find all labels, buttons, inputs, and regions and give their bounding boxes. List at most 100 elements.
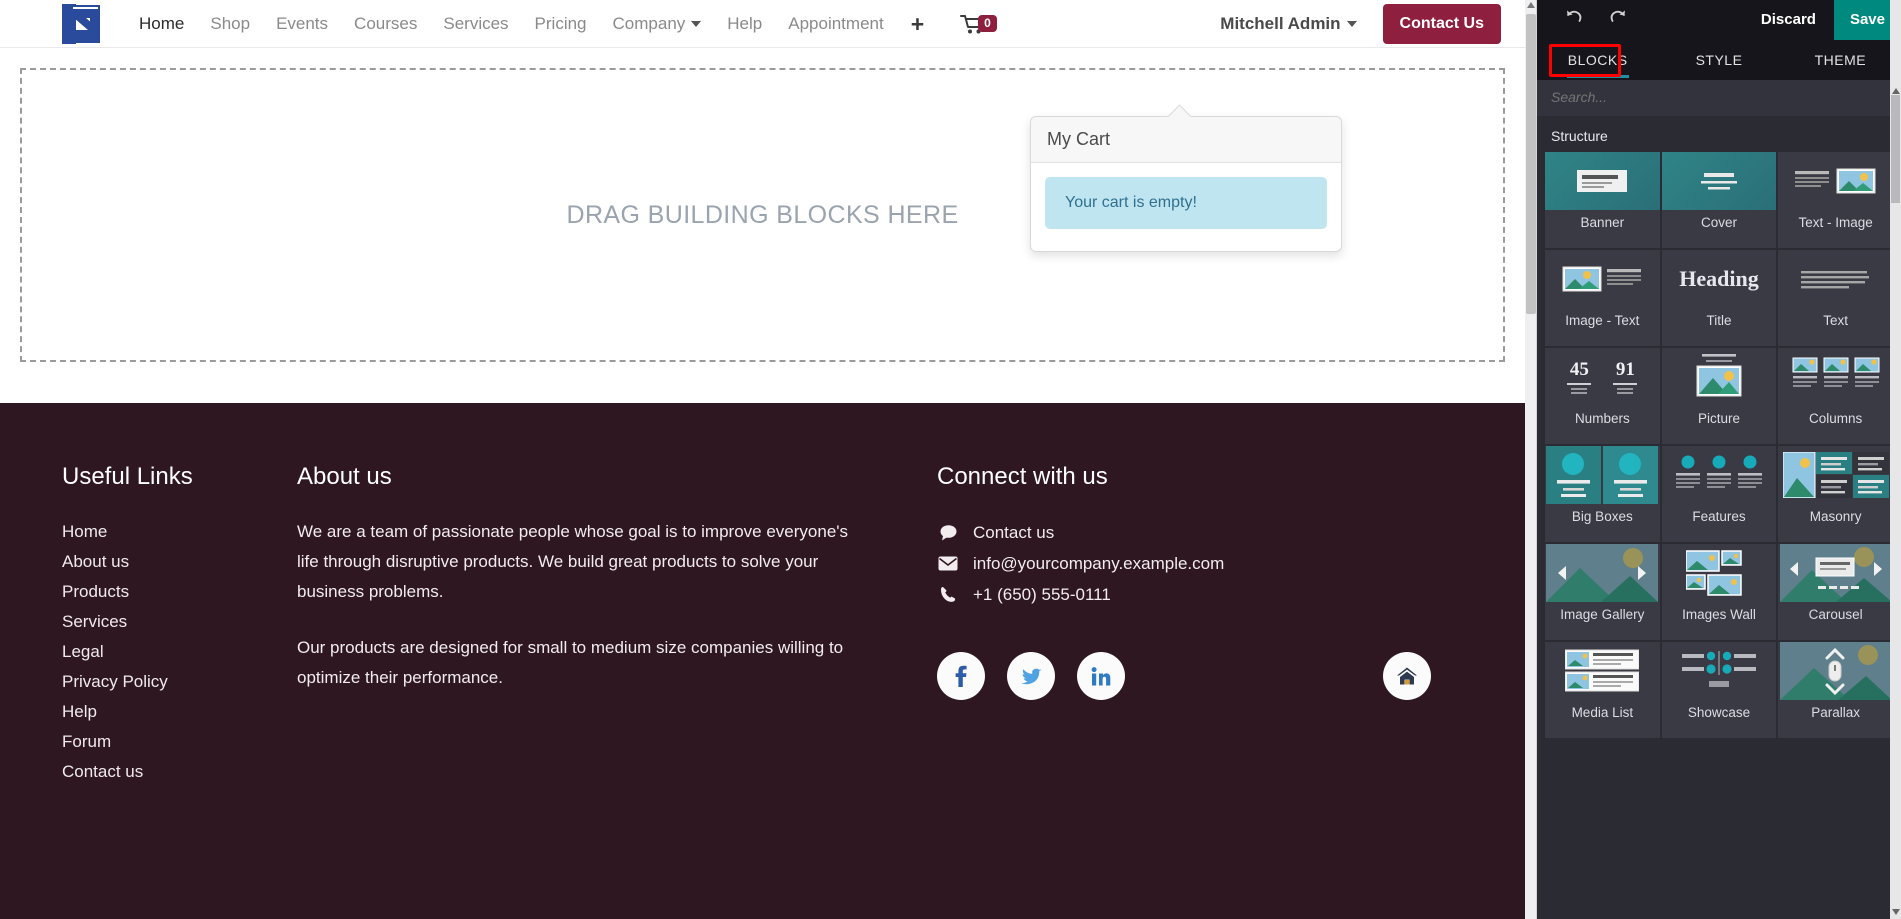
block-image-text[interactable]: Image - Text: [1545, 250, 1660, 346]
nav-item-help[interactable]: Help: [714, 0, 775, 48]
footer-link-legal[interactable]: Legal: [62, 637, 297, 667]
block-parallax[interactable]: Parallax: [1778, 642, 1893, 738]
footer-link-about-us[interactable]: About us: [62, 547, 297, 577]
scroll-up-arrow-icon[interactable]: [1891, 88, 1900, 94]
footer-link-products[interactable]: Products: [62, 577, 297, 607]
block-big-boxes-thumbnail: [1545, 446, 1660, 504]
footer-columns: Useful Links Home About us Products Serv…: [0, 463, 1525, 787]
block-columns[interactable]: Columns: [1778, 348, 1893, 444]
block-banner[interactable]: Banner: [1545, 152, 1660, 248]
editor-main: Discard Save BLOCKS STYLE THEME Search..…: [1537, 0, 1901, 919]
block-text-image[interactable]: Text - Image: [1778, 152, 1893, 248]
user-menu-label: Mitchell Admin: [1220, 13, 1341, 33]
user-menu[interactable]: Mitchell Admin: [1220, 13, 1357, 34]
footer-email-row: info@yourcompany.example.com: [937, 548, 1485, 579]
nav-item-company[interactable]: Company: [600, 0, 715, 48]
footer-email-link[interactable]: info@yourcompany.example.com: [973, 548, 1224, 579]
blocks-panel-scrollbar[interactable]: [1890, 0, 1901, 919]
footer-link-forum[interactable]: Forum: [62, 727, 297, 757]
block-image-text-label: Image - Text: [1565, 313, 1640, 328]
footer-social-links: [937, 652, 1485, 700]
dropzone-label: DRAG BUILDING BLOCKS HERE: [566, 200, 959, 229]
footer-useful-links-title: Useful Links: [62, 463, 193, 490]
nav-item-events[interactable]: Events: [263, 0, 341, 48]
discard-button[interactable]: Discard: [1743, 0, 1834, 40]
footer-connect-column: Connect with us Contact us info@yourcomp…: [937, 463, 1485, 787]
block-showcase[interactable]: Showcase: [1661, 642, 1777, 738]
footer-link-home[interactable]: Home: [62, 517, 297, 547]
facebook-icon: [955, 665, 967, 687]
tab-style[interactable]: STYLE: [1658, 40, 1779, 80]
block-numbers-value-2: 91: [1615, 358, 1635, 380]
block-title-preview-text: Heading: [1679, 266, 1759, 291]
block-parallax-thumbnail: [1778, 642, 1893, 700]
preview-scrollbar[interactable]: [1525, 0, 1537, 919]
block-big-boxes[interactable]: Big Boxes: [1545, 446, 1660, 542]
tab-blocks[interactable]: BLOCKS: [1537, 40, 1658, 80]
block-masonry-thumbnail: [1778, 446, 1893, 504]
scroll-up-arrow-icon[interactable]: [1527, 2, 1535, 8]
cart-button[interactable]: 0: [960, 13, 997, 35]
site-footer: Useful Links Home About us Products Serv…: [0, 403, 1525, 919]
contact-us-button[interactable]: Contact Us: [1382, 3, 1501, 44]
company-logo[interactable]: [60, 2, 104, 46]
block-title[interactable]: Heading Title: [1661, 250, 1777, 346]
add-page-button[interactable]: +: [897, 0, 938, 48]
footer-about-paragraph-2: Our products are designed for small to m…: [297, 638, 844, 687]
block-carousel[interactable]: Carousel: [1778, 544, 1893, 640]
block-text-image-thumbnail: [1778, 152, 1893, 210]
app-root: Home Shop Events Courses Services Pricin…: [0, 0, 1901, 919]
block-features-thumbnail: [1662, 446, 1777, 504]
cart-popover-body: Your cart is empty!: [1031, 163, 1341, 251]
nav-item-home[interactable]: Home: [126, 0, 197, 48]
social-facebook-button[interactable]: [937, 652, 985, 700]
block-images-wall[interactable]: Images Wall: [1661, 544, 1777, 640]
nav-right-area: Mitchell Admin Contact Us: [1220, 3, 1525, 44]
nav-item-courses[interactable]: Courses: [341, 0, 430, 48]
footer-phone-link[interactable]: +1 (650) 555-0111: [973, 579, 1111, 610]
nav-item-shop[interactable]: Shop: [197, 0, 263, 48]
block-cover-label: Cover: [1700, 215, 1737, 230]
block-showcase-label: Showcase: [1687, 705, 1751, 720]
block-picture[interactable]: Picture: [1661, 348, 1777, 444]
blocks-search-input[interactable]: [1551, 89, 1887, 105]
block-showcase-thumbnail: [1662, 642, 1777, 700]
preview-scrollbar-thumb[interactable]: [1526, 14, 1536, 314]
blocks-list: Structure Banner Cover Text - Image Imag…: [1537, 116, 1901, 919]
blocks-section-title-structure: Structure: [1551, 128, 1608, 144]
redo-icon[interactable]: [1596, 0, 1639, 40]
footer-contact-us-link[interactable]: Contact us: [973, 517, 1054, 548]
undo-icon[interactable]: [1553, 0, 1596, 40]
blocks-panel-scrollbar-thumb[interactable]: [1891, 95, 1900, 203]
block-columns-thumbnail: [1778, 348, 1893, 406]
footer-phone-row: +1 (650) 555-0111: [937, 579, 1485, 610]
cart-popover: My Cart Your cart is empty!: [1030, 116, 1342, 252]
social-home-button[interactable]: [1383, 652, 1431, 700]
block-image-gallery[interactable]: Image Gallery: [1545, 544, 1660, 640]
envelope-icon: [937, 556, 959, 571]
block-cover-thumbnail: [1661, 152, 1777, 210]
tab-theme[interactable]: THEME: [1780, 40, 1901, 80]
footer-about-column: About us We are a team of passionate peo…: [297, 463, 937, 787]
footer-link-contact-us[interactable]: Contact us: [62, 757, 297, 787]
block-numbers[interactable]: 45 91 Numbers: [1545, 348, 1660, 444]
scroll-down-arrow-icon[interactable]: [1891, 909, 1900, 915]
block-banner-label: Banner: [1580, 215, 1625, 230]
nav-item-services[interactable]: Services: [430, 0, 521, 48]
footer-link-help[interactable]: Help: [62, 697, 297, 727]
tab-theme-label: THEME: [1814, 52, 1867, 68]
social-twitter-button[interactable]: [1007, 652, 1055, 700]
block-text[interactable]: Text: [1778, 250, 1893, 346]
footer-link-privacy-policy[interactable]: Privacy Policy: [62, 667, 297, 697]
block-features[interactable]: Features: [1661, 446, 1777, 542]
nav-item-appointment[interactable]: Appointment: [775, 0, 896, 48]
block-media-list[interactable]: Media List: [1545, 642, 1660, 738]
social-linkedin-button[interactable]: [1077, 652, 1125, 700]
block-image-gallery-thumbnail: [1545, 544, 1660, 602]
footer-link-services[interactable]: Services: [62, 607, 297, 637]
block-title-thumbnail: Heading: [1662, 250, 1777, 308]
nav-item-pricing[interactable]: Pricing: [522, 0, 600, 48]
block-masonry[interactable]: Masonry: [1778, 446, 1893, 542]
block-cover[interactable]: Cover: [1661, 152, 1777, 248]
block-parallax-label: Parallax: [1811, 705, 1861, 720]
